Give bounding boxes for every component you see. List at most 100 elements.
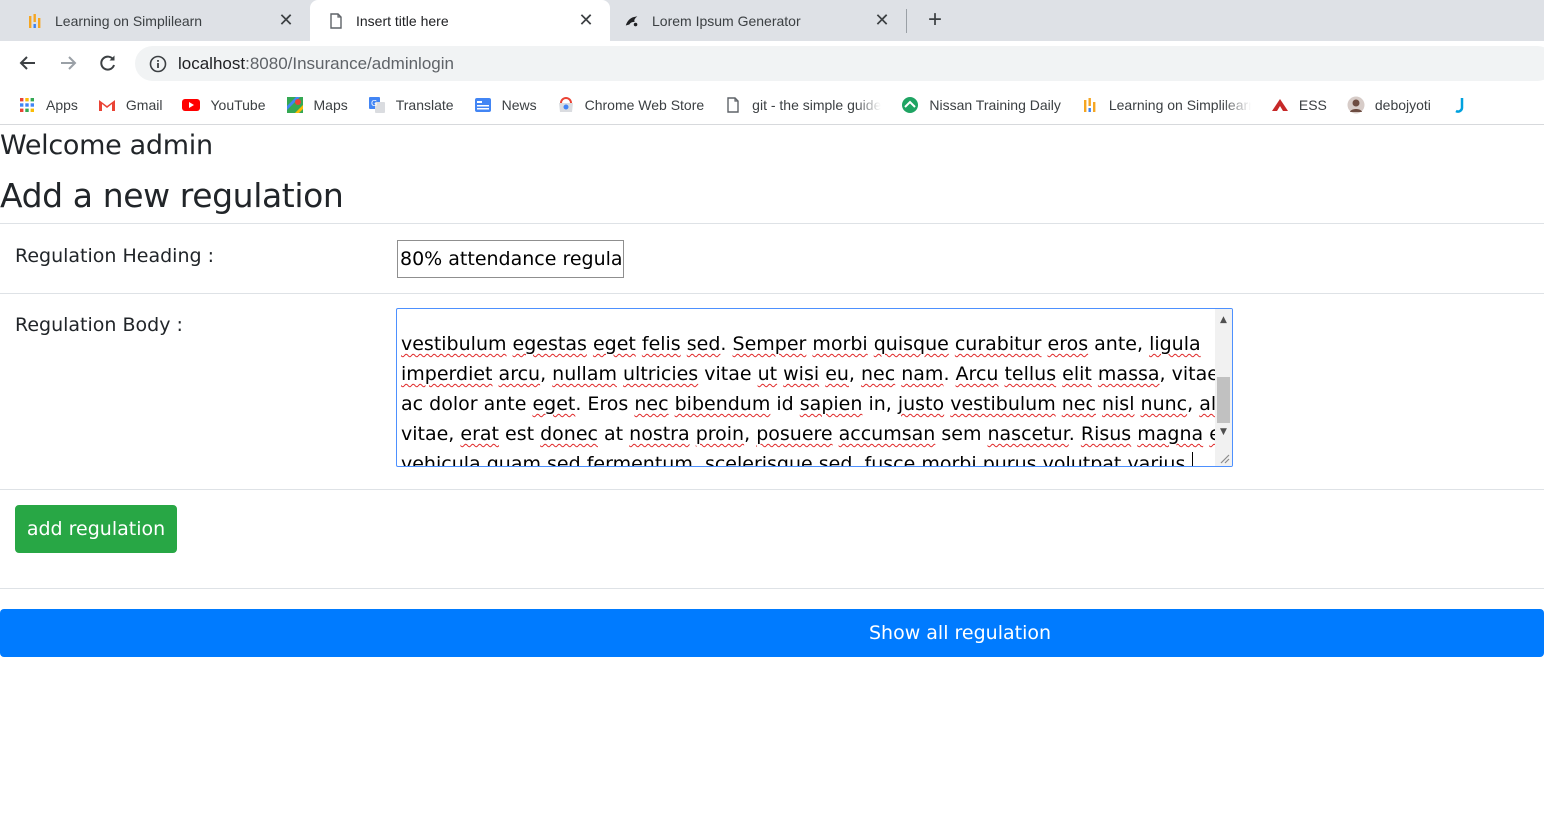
tab-strip: Learning on Simplilearn ✕ Insert title h… xyxy=(0,0,1544,41)
bookmark-label: Gmail xyxy=(125,96,163,113)
divider xyxy=(0,588,1544,589)
spellcheck-word: nisl xyxy=(1101,393,1135,415)
spellcheck-word: quisque xyxy=(873,333,949,355)
text-run: . xyxy=(1185,453,1192,467)
bookmark-label: Chrome Web Store xyxy=(584,96,705,113)
text-run: , xyxy=(848,363,862,385)
textarea-partial-line xyxy=(401,308,1213,329)
simplilearn-icon xyxy=(27,13,43,29)
back-arrow-icon[interactable] xyxy=(14,49,42,77)
translate-icon: G xyxy=(368,96,386,114)
tab-separator xyxy=(906,9,907,33)
bookmark-ess[interactable]: ESS xyxy=(1271,96,1327,114)
textarea-scrollbar[interactable]: ▲ ▼ xyxy=(1215,309,1232,466)
spellcheck-word: curabitur xyxy=(954,333,1042,355)
spellcheck-word: posuere xyxy=(756,423,833,445)
scroll-down-arrow-icon[interactable]: ▼ xyxy=(1215,423,1232,440)
bookmark-translate[interactable]: G Translate xyxy=(368,96,454,114)
bookmark-label: Learning on Simplilearn xyxy=(1108,96,1251,113)
ess-icon xyxy=(1271,96,1289,114)
regulation-heading-input[interactable]: 80% attendance regulatic xyxy=(397,240,624,278)
spellcheck-word: accumsan xyxy=(838,423,936,445)
spellcheck-word: Arcu xyxy=(955,363,999,385)
spellcheck-word: morbi xyxy=(921,453,977,467)
spellcheck-word: ultricies xyxy=(623,363,699,385)
bookmark-nissan-training[interactable]: Nissan Training Daily xyxy=(901,96,1061,114)
spellcheck-word: felis xyxy=(641,333,681,355)
close-tab-icon[interactable]: ✕ xyxy=(276,10,296,31)
address-bar[interactable]: localhost:8080/Insurance/adminlogin xyxy=(135,46,1544,81)
close-tab-icon[interactable]: ✕ xyxy=(576,10,596,31)
spellcheck-word: eu xyxy=(825,363,849,385)
scrollbar-thumb[interactable] xyxy=(1217,377,1230,423)
tab-title: Insert title here xyxy=(356,12,449,29)
bookmark-git-guide[interactable]: git - the simple guide xyxy=(724,96,881,114)
text-run: , xyxy=(852,453,865,467)
add-regulation-button[interactable]: add regulation xyxy=(15,505,177,553)
bookmark-simplilearn[interactable]: Learning on Simplilearn xyxy=(1081,96,1251,114)
tab-simplilearn[interactable]: Learning on Simplilearn ✕ xyxy=(0,0,310,41)
text-run: , xyxy=(540,363,553,385)
spellcheck-word: eget xyxy=(592,333,636,355)
spellcheck-word: scelerisque xyxy=(704,453,813,467)
bookmark-gmail[interactable]: Gmail xyxy=(98,96,163,114)
spellcheck-word: sapien xyxy=(799,393,863,415)
spellcheck-word: nec xyxy=(1061,393,1096,415)
text-run: in, xyxy=(862,393,898,415)
resize-grip-icon[interactable] xyxy=(1218,452,1230,464)
divider xyxy=(0,489,1544,490)
textarea-line: imperdiet arcu, nullam ultricies vitae u… xyxy=(401,359,1232,389)
bookmark-maps[interactable]: Maps xyxy=(286,96,348,114)
text-run: ac dolor ante xyxy=(401,393,533,415)
textarea-line: vitae, erat est donec at nostra proin, p… xyxy=(401,419,1232,449)
regulation-body-text: vestibulum egestas eget felis sed. Sempe… xyxy=(401,308,1232,467)
bookmark-label: News xyxy=(501,96,537,113)
spellcheck-word: ut xyxy=(757,363,778,385)
text-run: . xyxy=(943,363,956,385)
spellcheck-word: nam xyxy=(901,363,944,385)
partial-bookmark-icon xyxy=(1451,96,1469,114)
spellcheck-word: Semper xyxy=(732,333,807,355)
spellcheck-word: nascetur xyxy=(987,423,1069,445)
tab-lorem-ipsum[interactable]: Lorem Ipsum Generator ✕ xyxy=(610,0,906,41)
new-tab-button[interactable]: + xyxy=(922,6,948,34)
tab-title: Lorem Ipsum Generator xyxy=(652,12,801,29)
info-icon[interactable] xyxy=(149,55,167,73)
spellcheck-word: fermentum xyxy=(586,453,693,467)
forward-arrow-icon[interactable] xyxy=(54,49,82,77)
regulation-body-textarea[interactable]: vestibulum egestas eget felis sed. Sempe… xyxy=(396,308,1233,467)
divider xyxy=(0,293,1544,294)
bookmark-label: debojyoti xyxy=(1374,96,1431,113)
close-tab-icon[interactable]: ✕ xyxy=(872,10,892,31)
text-run: , xyxy=(1187,393,1200,415)
page-title: Add a new regulation xyxy=(0,176,344,215)
tab-insert-title[interactable]: Insert title here ✕ xyxy=(310,0,610,41)
youtube-icon xyxy=(182,96,201,114)
url-host: localhost xyxy=(178,53,246,73)
text-run: . xyxy=(1068,423,1081,445)
bookmark-debojyoti[interactable]: debojyoti xyxy=(1347,96,1431,114)
bookmarks-bar: Apps Gmail YouTube Maps G Translate News xyxy=(0,85,1544,125)
spellcheck-word: sed xyxy=(547,453,581,467)
spellcheck-word: erat xyxy=(460,423,499,445)
bookmark-chrome-web-store[interactable]: Chrome Web Store xyxy=(557,96,705,114)
text-run: vitae, xyxy=(401,423,461,445)
spellcheck-word: Risus xyxy=(1080,423,1132,445)
reload-icon[interactable] xyxy=(94,49,122,77)
bookmark-apps[interactable]: Apps xyxy=(18,96,78,114)
news-icon xyxy=(474,96,492,114)
spellcheck-word: nec xyxy=(634,393,669,415)
text-caret xyxy=(1192,452,1194,466)
clipped-text-fragment xyxy=(401,308,1213,329)
bookmark-news[interactable]: News xyxy=(474,96,537,114)
bookmark-youtube[interactable]: YouTube xyxy=(182,96,266,114)
spellcheck-word: vehicula xyxy=(401,453,481,467)
bookmark-overflow-partial[interactable] xyxy=(1451,96,1479,114)
spellcheck-word: vestibulum xyxy=(401,333,507,355)
simplilearn-icon xyxy=(1081,96,1099,114)
spellcheck-word: donec xyxy=(540,423,598,445)
url-path: :8080/Insurance/adminlogin xyxy=(245,53,454,73)
spellcheck-word: imperdiet xyxy=(401,363,493,385)
scroll-up-arrow-icon[interactable]: ▲ xyxy=(1215,311,1232,328)
show-all-regulation-button[interactable]: Show all regulation xyxy=(0,609,1544,657)
